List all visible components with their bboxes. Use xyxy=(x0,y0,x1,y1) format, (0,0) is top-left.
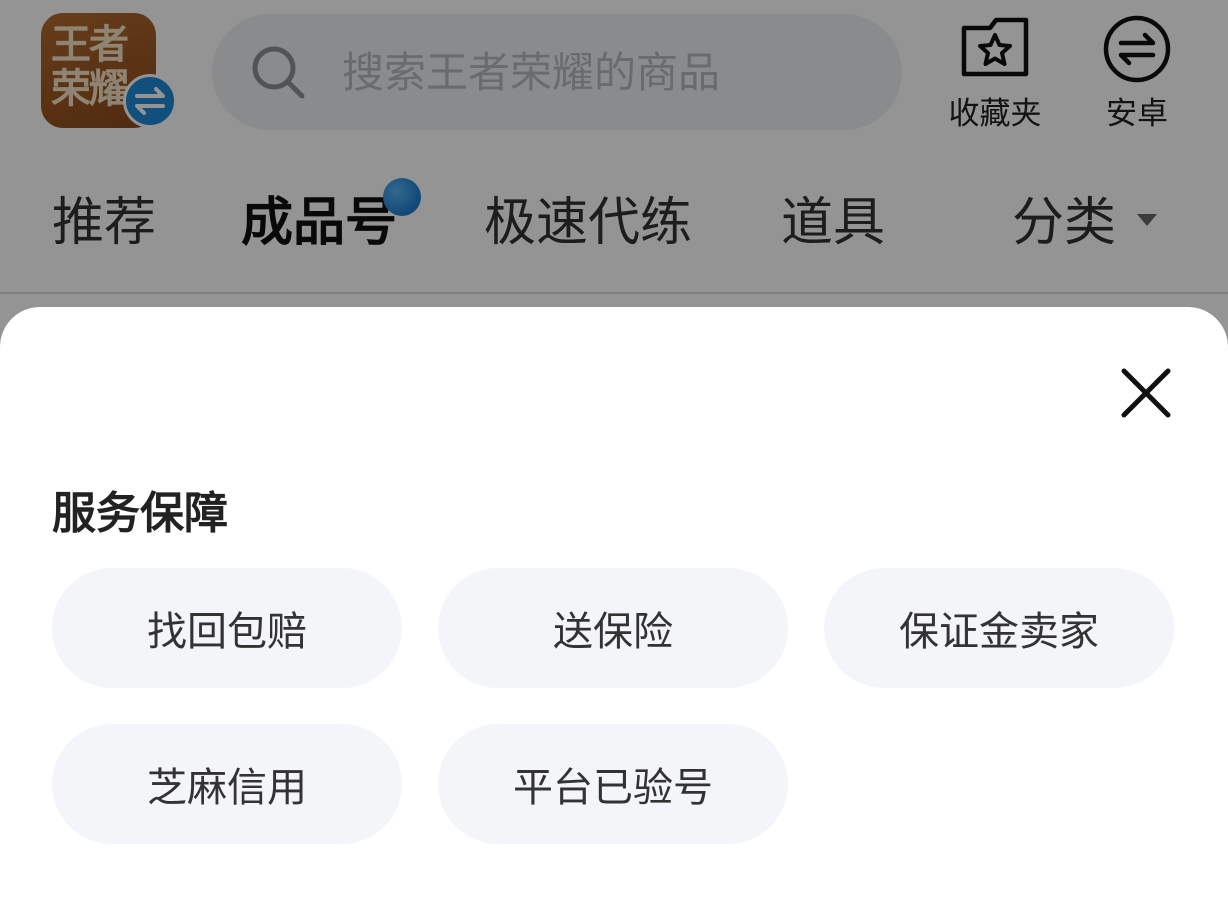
option-recovery-compensation[interactable]: 找回包赔 xyxy=(52,568,402,688)
page: 王者荣耀 收藏夹 xyxy=(0,0,1228,901)
option-deposit-seller[interactable]: 保证金卖家 xyxy=(824,568,1174,688)
close-icon[interactable] xyxy=(1114,361,1178,425)
option-platform-verified[interactable]: 平台已验号 xyxy=(438,724,788,844)
service-guarantee-sheet: 服务保障 找回包赔 送保险 保证金卖家 芝麻信用 平台已验号 xyxy=(0,307,1228,901)
sheet-title: 服务保障 xyxy=(52,488,228,539)
option-insurance[interactable]: 送保险 xyxy=(438,568,788,688)
option-sesame-credit[interactable]: 芝麻信用 xyxy=(52,724,402,844)
